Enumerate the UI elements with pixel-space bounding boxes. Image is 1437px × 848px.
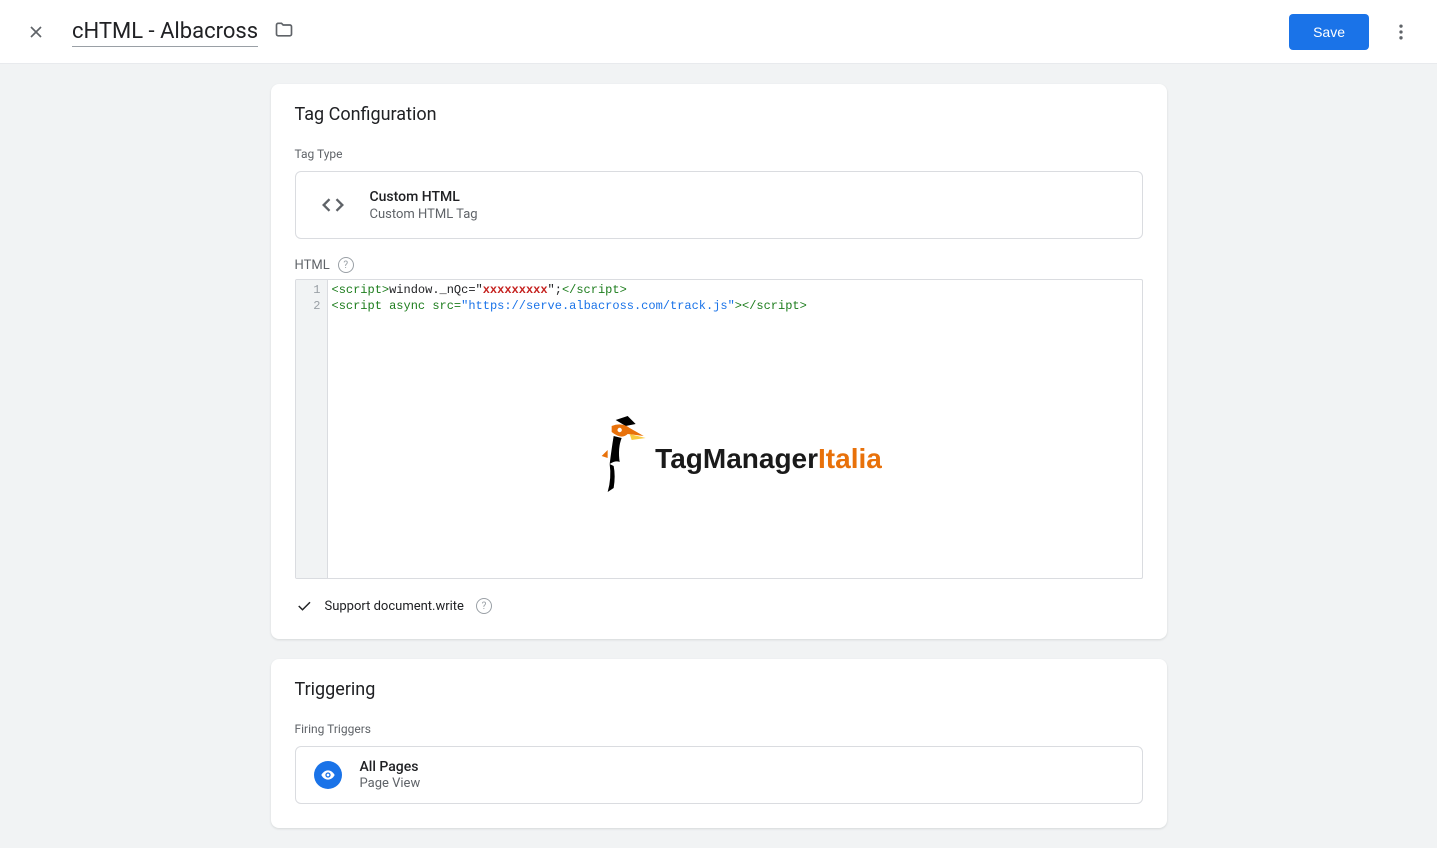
folder-button[interactable] bbox=[274, 20, 294, 44]
custom-html-icon bbox=[314, 186, 352, 224]
support-document-write-label: Support document.write bbox=[325, 599, 464, 614]
eye-icon bbox=[320, 767, 336, 783]
watermark-logo: TagManagerItalia bbox=[587, 414, 882, 504]
code-area[interactable]: <script>window._nQc="xxxxxxxxx";</script… bbox=[328, 280, 1142, 578]
tag-type-subtitle: Custom HTML Tag bbox=[370, 207, 478, 222]
tag-type-label: Tag Type bbox=[295, 147, 1143, 161]
html-code-editor[interactable]: 1 2 <script>window._nQc="xxxxxxxxx";</sc… bbox=[295, 279, 1143, 579]
tag-type-selector[interactable]: Custom HTML Custom HTML Tag bbox=[295, 171, 1143, 239]
code-line-2: <script async src="https://serve.albacro… bbox=[332, 298, 1138, 314]
close-button[interactable] bbox=[16, 12, 56, 52]
tag-name-input[interactable]: cHTML - Albacross bbox=[72, 17, 258, 47]
more-menu-button[interactable] bbox=[1381, 12, 1421, 52]
more-vert-icon bbox=[1391, 22, 1411, 42]
pageview-trigger-icon bbox=[314, 761, 342, 789]
support-document-write-row[interactable]: Support document.write ? bbox=[295, 597, 1143, 615]
firing-triggers-label: Firing Triggers bbox=[295, 722, 1143, 736]
help-icon[interactable]: ? bbox=[476, 598, 492, 614]
close-icon bbox=[26, 22, 46, 42]
check-icon bbox=[295, 597, 313, 615]
help-icon[interactable]: ? bbox=[338, 257, 354, 273]
trigger-type: Page View bbox=[360, 776, 421, 791]
woodpecker-icon bbox=[587, 414, 647, 504]
tag-configuration-title: Tag Configuration bbox=[295, 104, 1143, 125]
tag-configuration-card: Tag Configuration Tag Type Custom HTML C… bbox=[271, 84, 1167, 639]
code-gutter: 1 2 bbox=[296, 280, 328, 578]
triggering-card: Triggering Firing Triggers All Pages Pag… bbox=[271, 659, 1167, 828]
trigger-selector[interactable]: All Pages Page View bbox=[295, 746, 1143, 804]
folder-icon bbox=[274, 20, 294, 40]
html-field-label: HTML bbox=[295, 258, 330, 273]
save-button[interactable]: Save bbox=[1289, 14, 1369, 50]
trigger-name: All Pages bbox=[360, 759, 421, 775]
tag-type-name: Custom HTML bbox=[370, 189, 478, 205]
header-bar: cHTML - Albacross Save bbox=[0, 0, 1437, 64]
triggering-title: Triggering bbox=[295, 679, 1143, 700]
code-line-1: <script>window._nQc="xxxxxxxxx";</script… bbox=[332, 282, 1138, 298]
